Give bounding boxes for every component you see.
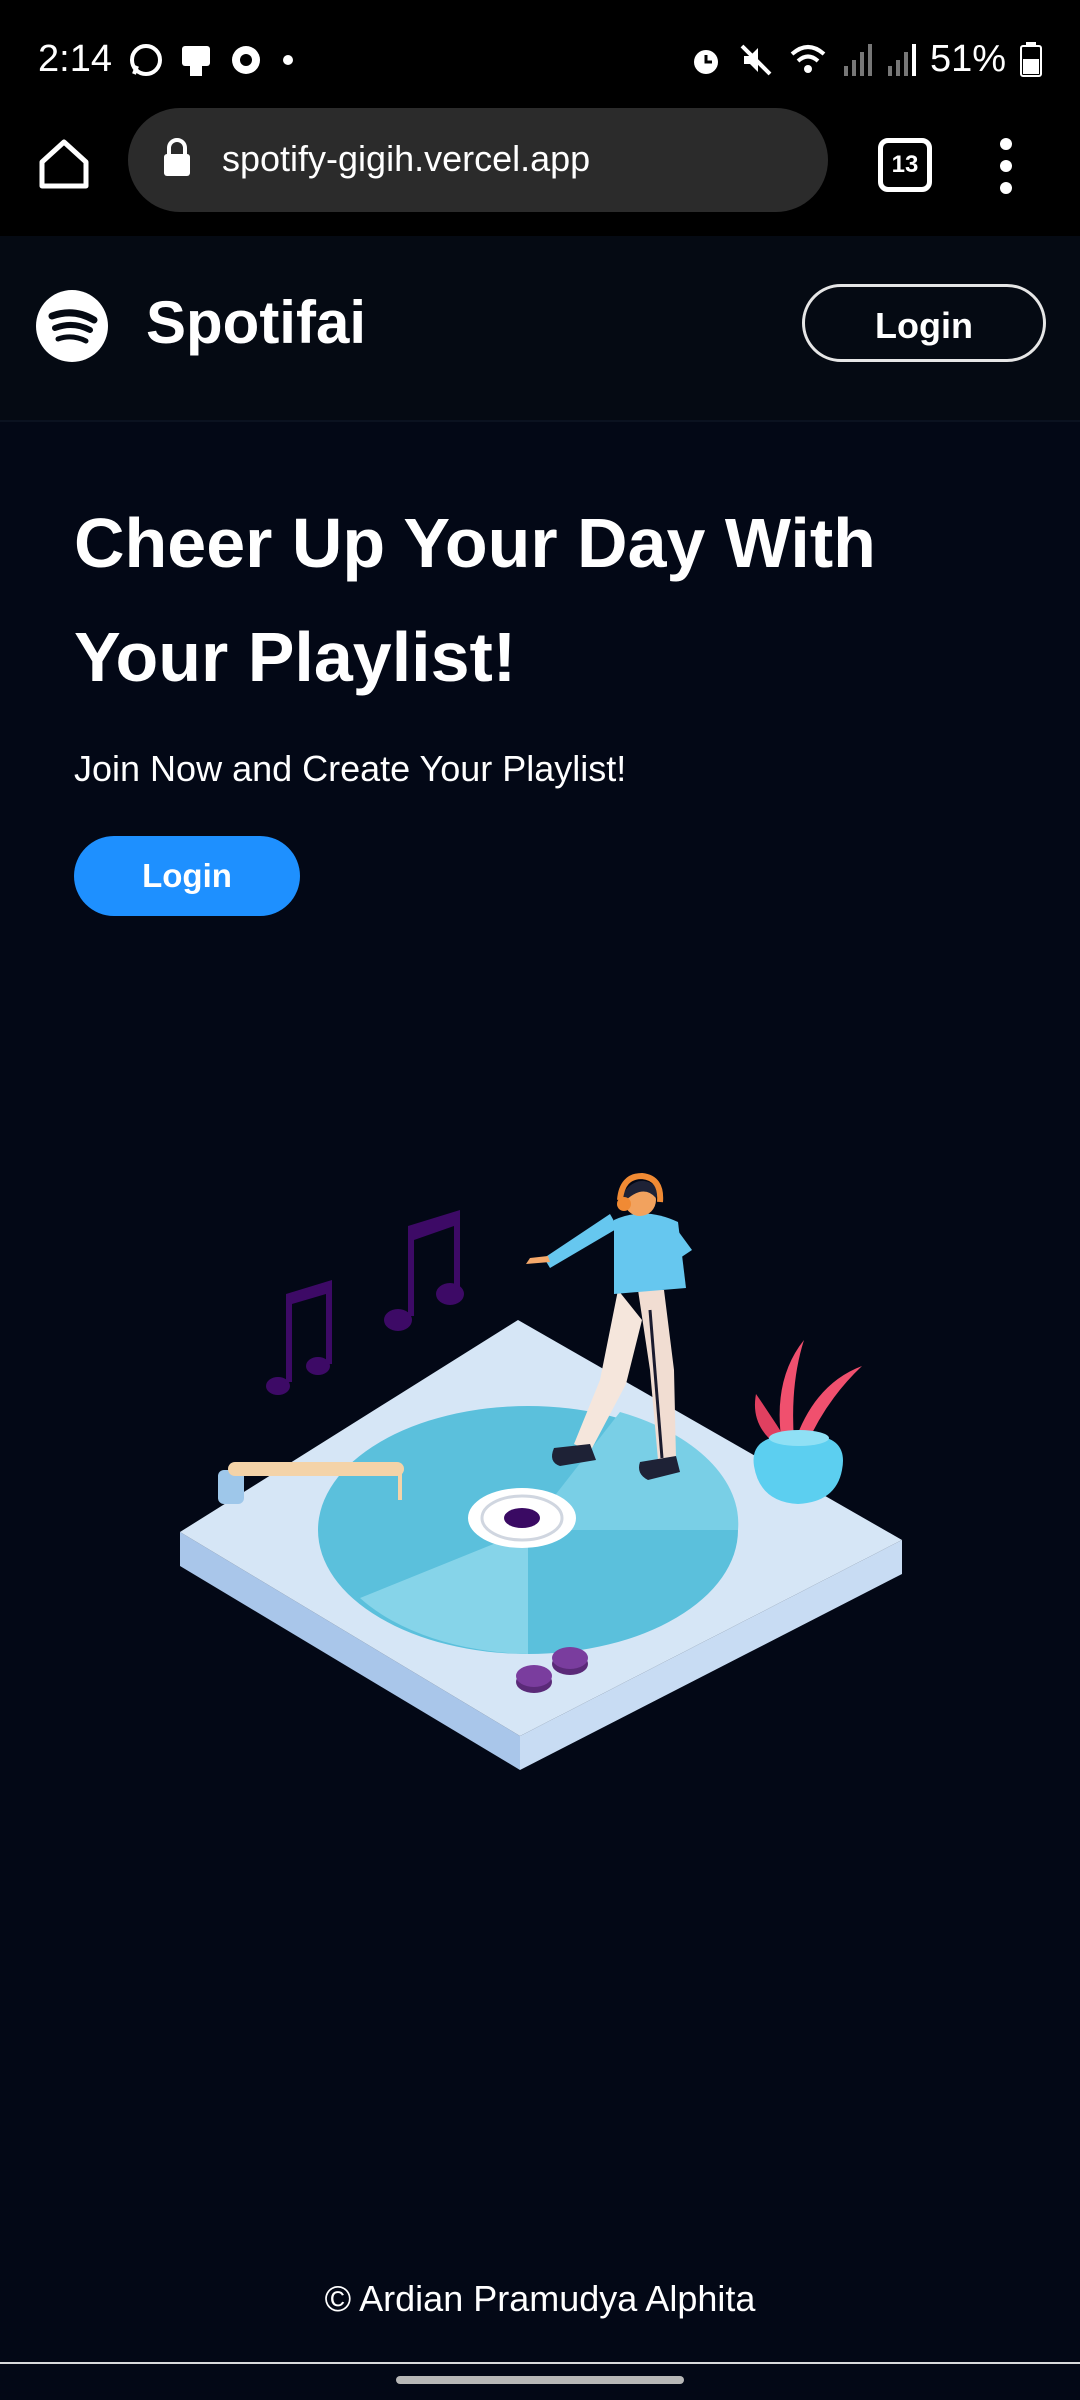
header-login-button[interactable]: Login [802, 284, 1046, 362]
battery-icon [1020, 41, 1042, 77]
alarm-icon [693, 49, 718, 74]
browser-toolbar: spotify-gigih.vercel.app 13 [0, 108, 1080, 236]
gesture-navigation-bar[interactable] [396, 2376, 684, 2384]
hero-login-button[interactable]: Login [74, 836, 300, 916]
record-icon [232, 46, 260, 74]
signal-icon [843, 43, 872, 76]
footer-copyright: © Ardian Pramudya Alphita [324, 2278, 756, 2319]
dot-icon [283, 55, 293, 65]
lock-icon [164, 138, 190, 176]
status-right: 51% [688, 38, 1042, 81]
address-bar[interactable]: spotify-gigih.vercel.app [128, 108, 828, 212]
home-icon[interactable] [36, 136, 92, 192]
tab-switcher-button[interactable]: 13 [878, 138, 932, 192]
status-time: 2:14 [38, 38, 112, 80]
hero-title: Cheer Up Your Day With Your Playlist! [74, 504, 876, 696]
tablet-icon [182, 46, 210, 76]
divider [0, 2362, 1080, 2364]
whatsapp-icon [130, 44, 162, 76]
wifi-icon [790, 44, 826, 73]
signal-icon [887, 43, 916, 76]
url-text: spotify-gigih.vercel.app [222, 138, 591, 179]
battery-percentage: 51% [929, 38, 1006, 80]
hero-subtitle: Join Now and Create Your Playlist! [74, 748, 627, 789]
app-header: Spotifai Login [0, 236, 1080, 422]
more-menu-icon[interactable] [998, 136, 1014, 196]
mute-icon [740, 44, 772, 75]
status-bar: 2:14 51% [0, 0, 1080, 118]
spotify-logo-icon[interactable] [36, 290, 108, 362]
turntable-illustration [180, 1172, 902, 1770]
status-left-icons [128, 40, 298, 80]
brand-name[interactable]: Spotifai [146, 288, 366, 357]
